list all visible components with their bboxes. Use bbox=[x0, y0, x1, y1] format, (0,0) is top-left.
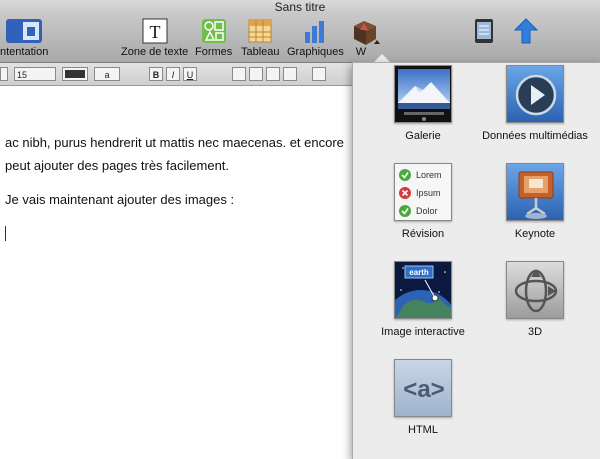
font-size-value: 15 bbox=[17, 70, 28, 80]
toolbar-inspector[interactable] bbox=[471, 18, 497, 46]
media-play-icon bbox=[506, 65, 564, 123]
document-line[interactable]: Je vais maintenant ajouter des images : bbox=[5, 192, 234, 207]
widgets-popover: Galerie Données multimédias Lorem Ipsum … bbox=[352, 62, 600, 459]
font-size-field[interactable]: 15 bbox=[14, 67, 56, 81]
italic-label: I bbox=[171, 70, 175, 80]
presentation-icon bbox=[5, 18, 43, 44]
toolbar-media[interactable]: W bbox=[348, 18, 380, 58]
earth-icon: earth bbox=[394, 261, 452, 319]
toolbar-presentation-label: ntentation bbox=[0, 46, 49, 58]
bold-button[interactable]: B bbox=[149, 67, 163, 81]
toolbar-share[interactable] bbox=[513, 18, 539, 46]
inspector-icon bbox=[471, 18, 497, 44]
toolbar-text-box-label: Zone de texte bbox=[121, 46, 189, 58]
toolbar-table[interactable]: Tableau bbox=[241, 18, 280, 58]
underline-label: U bbox=[186, 70, 194, 80]
line-spacing-button[interactable] bbox=[312, 67, 326, 81]
font-color-well[interactable] bbox=[62, 67, 88, 81]
bold-label: B bbox=[152, 70, 160, 80]
review-item: Ipsum bbox=[416, 188, 441, 198]
align-center-button[interactable] bbox=[249, 67, 263, 81]
text-box-icon: T bbox=[142, 18, 168, 44]
widget-gallery-label: Galerie bbox=[405, 130, 441, 142]
gallery-icon bbox=[394, 65, 452, 123]
widget-review[interactable]: Lorem Ipsum Dolor Révision bbox=[363, 163, 483, 240]
svg-text:T: T bbox=[149, 22, 160, 42]
earth-badge: earth bbox=[409, 268, 429, 277]
3d-icon bbox=[506, 261, 564, 319]
widget-media[interactable]: Données multimédias bbox=[475, 65, 595, 142]
media-box-icon bbox=[348, 18, 380, 45]
table-icon bbox=[247, 18, 273, 44]
shapes-icon bbox=[201, 18, 227, 44]
text-cursor bbox=[5, 226, 6, 241]
toolbar-shapes[interactable]: Formes bbox=[195, 18, 232, 58]
align-left-button[interactable] bbox=[232, 67, 246, 81]
toolbar: ntentation T Zone de texte Formes Tablea… bbox=[0, 14, 600, 63]
widget-3d[interactable]: 3D bbox=[475, 261, 595, 338]
toolbar-text-box[interactable]: T Zone de texte bbox=[121, 18, 188, 58]
font-color-swatch bbox=[65, 70, 85, 78]
align-right-button[interactable] bbox=[266, 67, 280, 81]
toolbar-shapes-label: Formes bbox=[195, 46, 233, 58]
share-icon bbox=[513, 18, 539, 44]
toolbar-table-label: Tableau bbox=[241, 46, 280, 58]
toolbar-charts-label: Graphiques bbox=[287, 46, 344, 58]
widget-keynote-label: Keynote bbox=[514, 228, 556, 240]
widget-gallery[interactable]: Galerie bbox=[363, 65, 483, 142]
widget-review-label: Révision bbox=[401, 228, 445, 240]
widget-interactive-image[interactable]: earth Image interactive bbox=[363, 261, 483, 338]
italic-button[interactable]: I bbox=[166, 67, 180, 81]
charts-icon bbox=[302, 18, 328, 44]
highlight-glyph: a bbox=[104, 70, 110, 80]
document-line[interactable]: peut ajouter des pages très facilement. bbox=[5, 158, 229, 173]
widget-interactive-image-label: Image interactive bbox=[381, 326, 465, 338]
html-icon: <a> bbox=[394, 359, 452, 417]
html-glyph: <a> bbox=[403, 376, 444, 403]
widget-media-label: Données multimédias bbox=[482, 130, 588, 142]
window-title-text: Sans titre bbox=[274, 0, 326, 14]
underline-button[interactable]: U bbox=[183, 67, 197, 81]
widget-3d-label: 3D bbox=[527, 326, 543, 338]
align-justify-button[interactable] bbox=[283, 67, 297, 81]
review-icon: Lorem Ipsum Dolor bbox=[394, 163, 452, 221]
font-family-dropdown-edge[interactable] bbox=[0, 67, 8, 81]
review-item: Dolor bbox=[416, 206, 438, 216]
widget-html-label: HTML bbox=[408, 424, 438, 436]
review-item: Lorem bbox=[416, 170, 442, 180]
toolbar-presentation[interactable]: ntentation bbox=[0, 18, 48, 58]
document-line[interactable]: ac nibh, purus hendrerit ut mattis nec m… bbox=[5, 135, 344, 150]
highlight-button[interactable]: a bbox=[94, 67, 120, 81]
window-title: Sans titre bbox=[0, 0, 600, 14]
toolbar-charts[interactable]: Graphiques bbox=[287, 18, 344, 58]
keynote-icon bbox=[506, 163, 564, 221]
widget-html[interactable]: <a> HTML bbox=[363, 359, 483, 436]
widget-keynote[interactable]: Keynote bbox=[475, 163, 595, 240]
